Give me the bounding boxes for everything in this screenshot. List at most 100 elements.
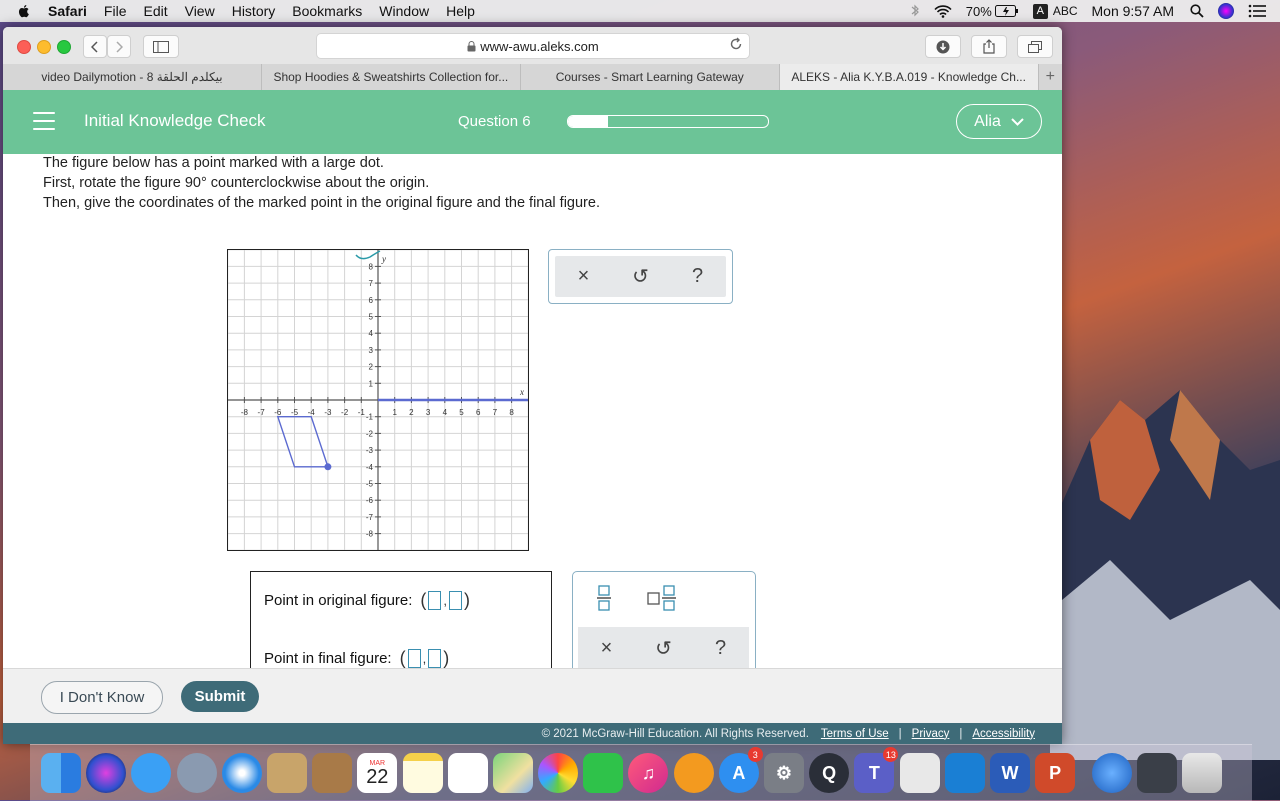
contacts-icon[interactable]	[312, 753, 353, 793]
menu-bookmarks[interactable]: Bookmarks	[292, 3, 362, 19]
tab-overview-button[interactable]	[1017, 35, 1053, 58]
maps-icon[interactable]	[492, 753, 533, 793]
photos-icon[interactable]	[538, 753, 579, 793]
coordinate-graph[interactable]: -8 -7 -6 -5 -4 -3 -2 -1 1 2 3 4 5 6 7 8 8 7 6 5 4 3 2 1 -1 -2 -3 -4…	[227, 249, 529, 551]
menu-help[interactable]: Help	[446, 3, 475, 19]
spotlight-search-icon[interactable]	[1190, 4, 1204, 18]
lock-icon	[467, 40, 476, 51]
downloads-button[interactable]	[925, 35, 961, 58]
mixed-number-button-icon[interactable]	[647, 585, 677, 611]
safari-icon[interactable]	[221, 753, 262, 793]
menu-history[interactable]: History	[232, 3, 276, 19]
trash-icon[interactable]	[1182, 753, 1223, 793]
tab-label: video Dailymotion - بيكلدم الحلقة 8	[41, 70, 223, 84]
close-window-button[interactable]	[17, 40, 31, 54]
globe-icon[interactable]	[1091, 753, 1132, 793]
app-store-icon[interactable]: A3	[718, 747, 763, 793]
calendar-icon[interactable]: MAR 22	[357, 753, 398, 793]
browser-toolbar: www-awu.aleks.com	[3, 27, 1062, 65]
siri-icon[interactable]	[1218, 3, 1234, 19]
user-menu-button[interactable]: Alia	[956, 104, 1042, 139]
terms-link[interactable]: Terms of Use	[821, 728, 889, 740]
y-tick-label: 7	[369, 279, 374, 288]
privacy-link[interactable]: Privacy	[912, 728, 950, 740]
tab-courses[interactable]: Courses - Smart Learning Gateway	[521, 64, 780, 90]
forward-button[interactable]	[107, 35, 131, 58]
menu-app-name[interactable]: Safari	[48, 3, 87, 19]
undo-graph-button[interactable]: ↺	[626, 264, 656, 289]
music-icon[interactable]: ♫	[628, 753, 669, 793]
clear-graph-button[interactable]: ×	[569, 265, 599, 288]
back-button[interactable]	[83, 35, 107, 58]
powerpoint-icon[interactable]: P	[1035, 753, 1076, 793]
zoom-window-button[interactable]	[57, 40, 71, 54]
fraction-button-icon[interactable]	[597, 585, 611, 611]
tab-dailymotion[interactable]: video Dailymotion - بيكلدم الحلقة 8	[3, 64, 262, 90]
y-tick-label: 1	[369, 379, 374, 388]
battery-status[interactable]: 70%	[966, 4, 1019, 19]
y-tick-label: 2	[369, 363, 374, 372]
word-icon[interactable]: W	[989, 753, 1030, 793]
address-bar[interactable]: www-awu.aleks.com	[316, 33, 750, 59]
input-source[interactable]: A ABC	[1032, 3, 1078, 19]
teams-icon[interactable]: T 13	[854, 747, 899, 793]
final-y-input[interactable]	[428, 649, 442, 668]
sidebar-toggle-button[interactable]	[143, 35, 179, 58]
x-tick-label: 2	[409, 408, 414, 417]
preview-icon[interactable]	[899, 753, 940, 793]
accessibility-link[interactable]: Accessibility	[972, 728, 1035, 740]
finder-icon[interactable]	[41, 753, 81, 793]
notes-icon[interactable]	[402, 753, 443, 793]
bluetooth-icon[interactable]	[910, 4, 920, 18]
apple-menu-icon[interactable]	[16, 3, 32, 19]
x-tick-label: 6	[476, 408, 481, 417]
new-tab-button[interactable]: +	[1039, 64, 1062, 90]
submit-button[interactable]: Submit	[181, 681, 259, 712]
graph-help-button[interactable]: ?	[683, 265, 713, 288]
facetime-icon[interactable]	[583, 753, 624, 793]
original-x-input[interactable]	[428, 591, 442, 610]
dont-know-button[interactable]: I Don't Know	[41, 681, 163, 714]
menu-window[interactable]: Window	[379, 3, 429, 19]
books-icon[interactable]	[673, 753, 714, 793]
launchpad-icon[interactable]	[176, 753, 217, 793]
messages-icon[interactable]	[131, 753, 172, 793]
notification-center-icon[interactable]	[1248, 4, 1266, 18]
menu-edit[interactable]: Edit	[143, 3, 167, 19]
folder-icon[interactable]	[944, 753, 985, 793]
system-preferences-icon[interactable]: ⚙	[764, 753, 804, 793]
chevron-left-icon	[91, 40, 98, 53]
x-tick-label: 7	[493, 408, 498, 417]
wifi-icon[interactable]	[934, 4, 952, 18]
quicktime-icon[interactable]: Q	[809, 753, 850, 793]
final-x-input[interactable]	[407, 649, 421, 668]
coordinate-plane[interactable]: -8 -7 -6 -5 -4 -3 -2 -1 1 2 3 4 5 6 7 8 8 7 6 5 4 3 2 1 -1 -2 -3 -4…	[227, 249, 529, 551]
menu-view[interactable]: View	[185, 3, 215, 19]
desktop-wallpaper-mountain	[1050, 390, 1280, 760]
original-point-input[interactable]: ( , )	[420, 590, 470, 611]
instruction-line: Then, give the coordinates of the marked…	[43, 195, 600, 211]
clear-answer-button[interactable]: ×	[592, 637, 622, 660]
tab-aleks[interactable]: ALEKS - Alia K.Y.B.A.019 - Knowledge Ch.…	[779, 64, 1039, 90]
reload-icon[interactable]	[729, 37, 743, 51]
input-source-label: ABC	[1052, 4, 1078, 18]
menubar-clock[interactable]: Mon 9:57 AM	[1092, 3, 1175, 19]
original-y-input[interactable]	[449, 591, 463, 610]
share-button[interactable]	[971, 35, 1007, 58]
tab-hoodies-shop[interactable]: Shop Hoodies & Sweatshirts Collection fo…	[262, 64, 521, 90]
answer-box: Point in original figure: ( , ) Point in…	[250, 571, 552, 668]
reminders-icon[interactable]	[447, 753, 488, 793]
menu-file[interactable]: File	[104, 3, 127, 19]
minimize-window-button[interactable]	[37, 40, 51, 54]
final-point-input[interactable]: ( , )	[400, 648, 449, 668]
hamburger-menu-icon[interactable]	[33, 112, 55, 130]
download-icon	[936, 40, 950, 53]
undo-answer-button[interactable]: ↺	[649, 636, 679, 661]
x-tick-label: -2	[341, 408, 349, 417]
mail-icon[interactable]	[266, 753, 307, 793]
original-point-label: Point in original figure:	[264, 592, 413, 609]
siri-dock-icon[interactable]	[86, 753, 127, 793]
answer-help-button[interactable]: ?	[706, 637, 736, 660]
downloads-stack-icon[interactable]	[1136, 753, 1177, 793]
graph-tool-panel: × ↺ ?	[548, 249, 733, 304]
